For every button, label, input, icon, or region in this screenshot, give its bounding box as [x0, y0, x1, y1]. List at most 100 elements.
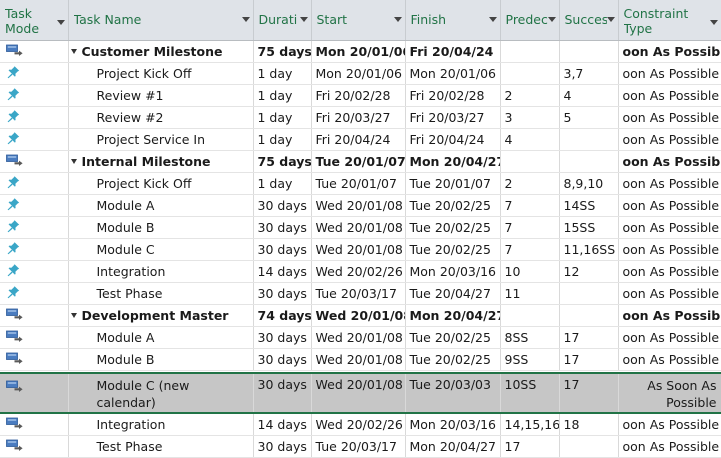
task-row[interactable]: Module C (new calendar) 30 days Wed 20/01/…: [0, 372, 721, 414]
task-row[interactable]: Test Phase 30 days Tue 20/03/17 Mon 20/04/2…: [0, 435, 721, 458]
task-row[interactable]: Project Service In 1 day Fri 20/04/24 Fri 2…: [0, 128, 721, 151]
task-name-cell[interactable]: Module C: [68, 238, 254, 261]
constraint-type-cell[interactable]: oon As Possible: [618, 282, 721, 305]
finish-cell[interactable]: Mon 20/04/27: [405, 435, 501, 458]
task-row[interactable]: Review #1 1 day Fri 20/02/28 Fri 20/02/28 2 4…: [0, 84, 721, 107]
duration-cell[interactable]: 14 days: [253, 260, 312, 283]
start-cell[interactable]: Tue 20/01/07: [311, 172, 406, 195]
start-cell[interactable]: Wed 20/01/08: [311, 304, 406, 327]
predecessors-cell[interactable]: 14,15,16: [500, 413, 560, 436]
successors-cell[interactable]: [559, 435, 619, 458]
finish-cell[interactable]: Tue 20/02/25: [405, 348, 501, 371]
column-header-duration[interactable]: Durati: [253, 0, 312, 41]
task-name-cell[interactable]: Module B: [68, 348, 254, 371]
predecessors-cell[interactable]: 2: [500, 84, 560, 107]
successors-cell[interactable]: 18: [559, 413, 619, 436]
task-name-cell[interactable]: Review #2: [68, 106, 254, 129]
task-mode-cell[interactable]: [0, 372, 69, 414]
predecessors-cell[interactable]: 2: [500, 172, 560, 195]
collapse-triangle-icon[interactable]: [70, 312, 77, 318]
duration-cell[interactable]: 30 days: [253, 282, 312, 305]
task-name-cell[interactable]: Test Phase: [68, 435, 254, 458]
successors-cell[interactable]: 4: [559, 84, 619, 107]
finish-cell[interactable]: Mon 20/03/16: [405, 260, 501, 283]
successors-cell[interactable]: 8,9,10: [559, 172, 619, 195]
constraint-type-cell[interactable]: oon As Possible: [618, 106, 721, 129]
collapse-triangle-icon[interactable]: [70, 48, 77, 54]
start-cell[interactable]: Mon 20/01/06: [311, 62, 406, 85]
duration-cell[interactable]: 75 days: [253, 40, 312, 63]
constraint-type-cell[interactable]: oon As Possible: [618, 128, 721, 151]
task-name-cell[interactable]: Module C (new calendar): [68, 372, 254, 414]
finish-cell[interactable]: Tue 20/02/25: [405, 326, 501, 349]
task-mode-cell[interactable]: [0, 238, 69, 261]
summary-task-row[interactable]: Development Master 74 days Wed 20/01/08 Mon…: [0, 304, 721, 327]
task-row[interactable]: Review #2 1 day Fri 20/03/27 Fri 20/03/27 3 5…: [0, 106, 721, 129]
finish-filter-dropdown-icon[interactable]: [488, 17, 497, 23]
successors-cell[interactable]: 17: [559, 372, 619, 414]
column-header-predecessors[interactable]: Predec: [500, 0, 560, 41]
task-mode-cell[interactable]: [0, 128, 69, 151]
task-name-filter-dropdown-icon[interactable]: [241, 17, 250, 23]
finish-cell[interactable]: Fri 20/02/28: [405, 84, 501, 107]
start-cell[interactable]: Mon 20/01/06: [311, 40, 406, 63]
task-row[interactable]: Integration 14 days Wed 20/02/26 Mon 20/03/…: [0, 413, 721, 436]
column-header-start[interactable]: Start: [311, 0, 406, 41]
constraint-type-cell[interactable]: oon As Possible: [618, 326, 721, 349]
constraint-type-cell[interactable]: oon As Possible: [618, 150, 721, 173]
task-mode-cell[interactable]: [0, 413, 69, 436]
predecessors-cell[interactable]: 11: [500, 282, 560, 305]
task-name-cell[interactable]: Internal Milestone: [68, 150, 254, 173]
task-row[interactable]: Module B 30 days Wed 20/01/08 Tue 20/02/25 7…: [0, 216, 721, 239]
predecessors-cell[interactable]: 10: [500, 260, 560, 283]
task-row[interactable]: Test Phase 30 days Tue 20/03/17 Tue 20/04/2…: [0, 282, 721, 305]
duration-cell[interactable]: 1 day: [253, 106, 312, 129]
constraint-type-cell[interactable]: oon As Possible: [618, 435, 721, 458]
start-cell[interactable]: Wed 20/01/08: [311, 348, 406, 371]
finish-cell[interactable]: Tue 20/02/25: [405, 216, 501, 239]
finish-cell[interactable]: Tue 20/02/25: [405, 238, 501, 261]
constraint-type-cell[interactable]: oon As Possible: [618, 238, 721, 261]
column-header-task-name[interactable]: Task Name: [68, 0, 254, 41]
task-name-cell[interactable]: Development Master: [68, 304, 254, 327]
task-mode-cell[interactable]: [0, 40, 69, 63]
constraint-type-cell[interactable]: oon As Possible: [618, 62, 721, 85]
duration-cell[interactable]: 30 days: [253, 348, 312, 371]
start-cell[interactable]: Tue 20/01/07: [311, 150, 406, 173]
task-row[interactable]: Project Kick Off 1 day Tue 20/01/07 Tue 20/…: [0, 172, 721, 195]
predecessors-cell[interactable]: 7: [500, 216, 560, 239]
duration-cell[interactable]: 30 days: [253, 372, 312, 414]
task-name-cell[interactable]: Project Service In: [68, 128, 254, 151]
task-mode-cell[interactable]: [0, 282, 69, 305]
task-mode-cell[interactable]: [0, 260, 69, 283]
duration-cell[interactable]: 1 day: [253, 84, 312, 107]
duration-cell[interactable]: 30 days: [253, 326, 312, 349]
predecessors-cell[interactable]: 9SS: [500, 348, 560, 371]
finish-cell[interactable]: Mon 20/04/27: [405, 150, 501, 173]
start-filter-dropdown-icon[interactable]: [393, 17, 402, 23]
task-mode-filter-dropdown-icon[interactable]: [56, 20, 65, 25]
duration-cell[interactable]: 30 days: [253, 194, 312, 217]
start-cell[interactable]: Wed 20/01/08: [311, 238, 406, 261]
successors-cell[interactable]: 12: [559, 260, 619, 283]
duration-cell[interactable]: 30 days: [253, 238, 312, 261]
finish-cell[interactable]: Mon 20/03/16: [405, 413, 501, 436]
constraint-type-cell[interactable]: oon As Possible: [618, 40, 721, 63]
successors-cell[interactable]: 5: [559, 106, 619, 129]
start-cell[interactable]: Fri 20/02/28: [311, 84, 406, 107]
predecessors-cell[interactable]: 4: [500, 128, 560, 151]
finish-cell[interactable]: Fri 20/04/24: [405, 128, 501, 151]
start-cell[interactable]: Fri 20/04/24: [311, 128, 406, 151]
task-name-cell[interactable]: Test Phase: [68, 282, 254, 305]
successors-cell[interactable]: 11,16SS: [559, 238, 619, 261]
predecessors-filter-dropdown-icon[interactable]: [547, 17, 556, 23]
successors-cell[interactable]: 3,7: [559, 62, 619, 85]
finish-cell[interactable]: Tue 20/03/03: [405, 372, 501, 414]
summary-task-row[interactable]: Customer Milestone 75 days Mon 20/01/06 Fri…: [0, 40, 721, 63]
task-mode-cell[interactable]: [0, 304, 69, 327]
task-mode-cell[interactable]: [0, 84, 69, 107]
start-cell[interactable]: Wed 20/01/08: [311, 326, 406, 349]
predecessors-cell[interactable]: 10SS: [500, 372, 560, 414]
predecessors-cell[interactable]: 8SS: [500, 326, 560, 349]
predecessors-cell[interactable]: 7: [500, 238, 560, 261]
